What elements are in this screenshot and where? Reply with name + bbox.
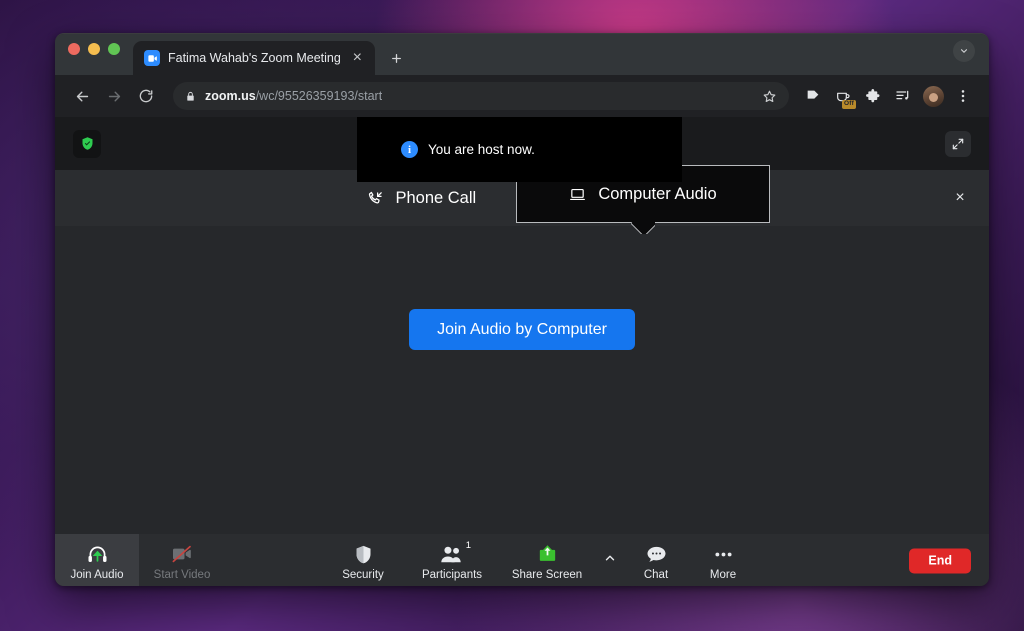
control-participants-label: Participants [421, 568, 483, 581]
expand-arrows-icon[interactable] [945, 130, 971, 157]
host-notification-text: You are host now. [428, 142, 535, 157]
shield-icon [353, 543, 374, 566]
control-security-label: Security [342, 568, 384, 581]
tabstrip-right-area [953, 34, 989, 75]
control-share-screen[interactable]: Share Screen [497, 534, 597, 586]
coffee-off-badge: Off [842, 99, 856, 109]
url-path: /wc/95526359193/start [255, 89, 383, 103]
extensions-puzzle-icon[interactable] [859, 82, 887, 110]
new-tab-button[interactable] [383, 44, 411, 72]
control-security[interactable]: Security [319, 534, 407, 586]
host-notification-toast: i You are host now. [357, 117, 682, 182]
bookmark-star-icon[interactable] [762, 89, 777, 104]
lock-icon [185, 91, 196, 102]
camera-off-icon [170, 543, 194, 566]
url-host: zoom.us [205, 89, 256, 103]
browser-tab-title: Fatima Wahab's Zoom Meeting [168, 51, 341, 65]
zoom-meeting-app: i You are host now. Phone Call Computer … [55, 117, 989, 586]
reload-button[interactable] [131, 81, 161, 111]
control-more[interactable]: More [689, 534, 757, 586]
address-bar[interactable]: zoom.us/wc/95526359193/start [173, 82, 789, 110]
window-maximize-button[interactable] [108, 42, 120, 55]
zoom-video-icon [144, 50, 160, 66]
more-dots-icon [712, 543, 735, 566]
tab-phone-call-label: Phone Call [395, 188, 477, 207]
browser-tab[interactable]: Fatima Wahab's Zoom Meeting × [133, 41, 375, 75]
forward-button[interactable] [99, 81, 129, 111]
tab-computer-audio-label: Computer Audio [598, 184, 717, 203]
coffee-off-icon[interactable]: Off [829, 82, 857, 110]
share-screen-icon [536, 543, 559, 566]
control-share-screen-label: Share Screen [511, 568, 583, 581]
browser-menu-icon[interactable] [949, 82, 977, 110]
control-bar-spacer [225, 534, 319, 586]
browser-window: Fatima Wahab's Zoom Meeting × zoom.us/wc… [55, 33, 989, 586]
close-audio-panel-button[interactable]: × [947, 185, 973, 211]
zoom-control-bar: Join Audio Start Video Security 1 Partic… [55, 534, 989, 586]
control-chat[interactable]: Chat [623, 534, 689, 586]
headphones-join-audio-icon [86, 543, 109, 566]
zoom-top-bar: i You are host now. [55, 117, 989, 182]
back-button[interactable] [67, 81, 97, 111]
control-more-label: More [709, 568, 737, 581]
close-icon[interactable]: × [349, 49, 366, 67]
window-close-button[interactable] [68, 42, 80, 55]
participants-count-badge: 1 [465, 539, 471, 551]
profile-avatar[interactable] [919, 82, 947, 110]
end-meeting-button[interactable]: End [909, 548, 971, 573]
chat-bubble-icon [645, 543, 668, 566]
window-minimize-button[interactable] [88, 42, 100, 55]
address-bar-url: zoom.us/wc/95526359193/start [205, 89, 382, 103]
phone-incoming-icon [367, 190, 384, 207]
control-join-audio[interactable]: Join Audio [55, 534, 139, 586]
avatar [922, 85, 944, 107]
info-icon: i [401, 141, 418, 158]
laptop-icon [569, 186, 586, 203]
control-start-video-label: Start Video [153, 568, 211, 581]
selected-tab-pointer [631, 222, 655, 234]
participants-icon: 1 [440, 540, 471, 566]
control-chat-label: Chat [643, 568, 669, 581]
media-list-icon[interactable] [889, 82, 917, 110]
control-participants[interactable]: 1 Participants [407, 534, 497, 586]
chevron-down-icon[interactable] [953, 39, 975, 62]
encryption-shield-icon[interactable] [73, 129, 101, 158]
chevron-up-icon[interactable] [597, 534, 623, 586]
control-start-video[interactable]: Start Video [139, 534, 225, 586]
browser-toolbar: zoom.us/wc/95526359193/start Off [55, 75, 989, 117]
control-join-audio-label: Join Audio [70, 568, 124, 581]
join-audio-by-computer-button[interactable]: Join Audio by Computer [409, 309, 635, 350]
reading-list-icon[interactable] [799, 82, 827, 110]
browser-toolbar-icons: Off [799, 82, 977, 110]
zoom-main-stage: Join Audio by Computer [55, 226, 989, 534]
browser-tab-strip: Fatima Wahab's Zoom Meeting × [55, 34, 989, 75]
window-traffic-lights [68, 34, 133, 75]
